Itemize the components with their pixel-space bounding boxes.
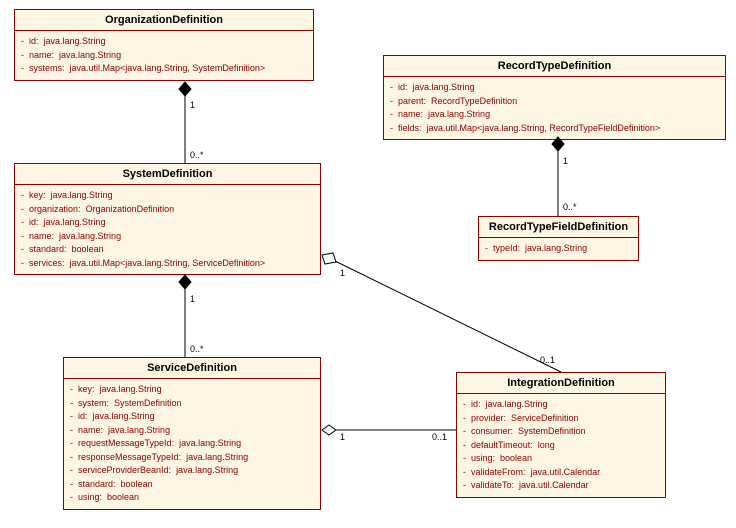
class-title: RecordTypeFieldDefinition — [479, 217, 638, 238]
class-record-type-field-definition: RecordTypeFieldDefinition - typeId: java… — [478, 216, 639, 261]
multiplicity-label: 1 — [340, 432, 345, 442]
multiplicity-label: 1 — [190, 294, 195, 304]
class-title: RecordTypeDefinition — [384, 56, 725, 77]
multiplicity-label: 0..1 — [540, 355, 555, 365]
class-attrs: - id: java.lang.String - provider: Servi… — [457, 394, 665, 497]
class-integration-definition: IntegrationDefinition - id: java.lang.St… — [456, 372, 666, 498]
multiplicity-label: 0..1 — [432, 432, 447, 442]
class-attrs: - id: java.lang.String - parent: RecordT… — [384, 77, 725, 139]
class-attrs: - id: java.lang.String - name: java.lang… — [15, 31, 313, 80]
class-attrs: - typeId: java.lang.String — [479, 238, 638, 260]
class-record-type-definition: RecordTypeDefinition - id: java.lang.Str… — [383, 55, 726, 140]
multiplicity-label: 0..* — [563, 202, 577, 212]
class-organization-definition: OrganizationDefinition - id: java.lang.S… — [14, 9, 314, 81]
class-title: ServiceDefinition — [64, 358, 320, 379]
multiplicity-label: 1 — [563, 156, 568, 166]
multiplicity-label: 0..* — [190, 344, 204, 354]
class-title: OrganizationDefinition — [15, 10, 313, 31]
class-title: SystemDefinition — [15, 164, 320, 185]
multiplicity-label: 0..* — [190, 150, 204, 160]
multiplicity-label: 1 — [190, 100, 195, 110]
class-system-definition: SystemDefinition - key: java.lang.String… — [14, 163, 321, 275]
class-attrs: - key: java.lang.String - organization: … — [15, 185, 320, 274]
class-attrs: - key: java.lang.String - system: System… — [64, 379, 320, 509]
class-service-definition: ServiceDefinition - key: java.lang.Strin… — [63, 357, 321, 510]
multiplicity-label: 1 — [340, 268, 345, 278]
class-title: IntegrationDefinition — [457, 373, 665, 394]
